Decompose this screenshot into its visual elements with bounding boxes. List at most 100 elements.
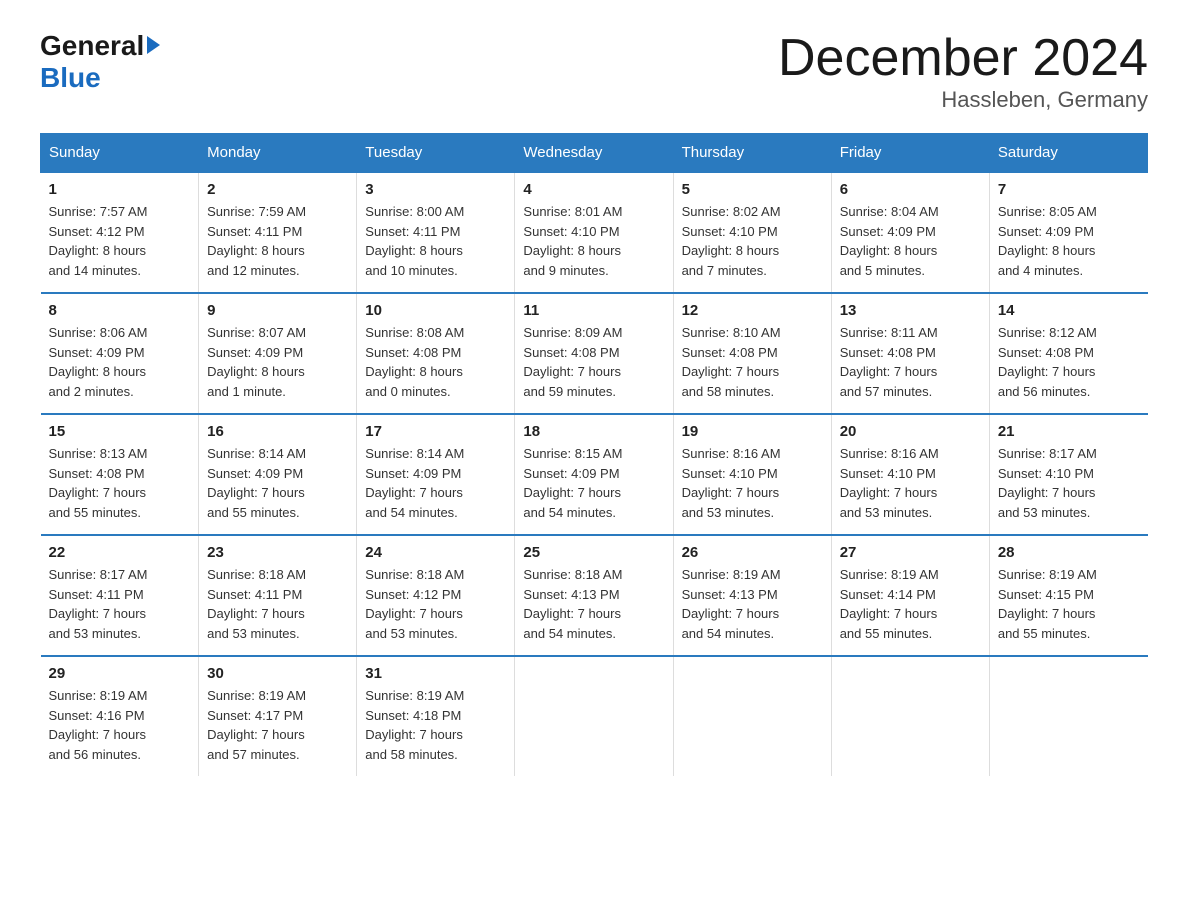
month-title: December 2024 bbox=[778, 30, 1148, 87]
header-thursday: Thursday bbox=[673, 134, 831, 173]
day-number: 23 bbox=[207, 544, 348, 561]
day-info: Sunrise: 8:02 AM Sunset: 4:10 PM Dayligh… bbox=[682, 202, 823, 280]
calendar-cell: 15 Sunrise: 8:13 AM Sunset: 4:08 PM Dayl… bbox=[41, 414, 199, 535]
calendar-cell: 3 Sunrise: 8:00 AM Sunset: 4:11 PM Dayli… bbox=[357, 172, 515, 293]
day-number: 8 bbox=[49, 302, 191, 319]
day-number: 28 bbox=[998, 544, 1140, 561]
day-info: Sunrise: 8:18 AM Sunset: 4:12 PM Dayligh… bbox=[365, 565, 506, 643]
day-info: Sunrise: 7:57 AM Sunset: 4:12 PM Dayligh… bbox=[49, 202, 191, 280]
day-number: 5 bbox=[682, 181, 823, 198]
day-number: 9 bbox=[207, 302, 348, 319]
day-info: Sunrise: 8:14 AM Sunset: 4:09 PM Dayligh… bbox=[207, 444, 348, 522]
day-info: Sunrise: 8:18 AM Sunset: 4:11 PM Dayligh… bbox=[207, 565, 348, 643]
day-info: Sunrise: 8:12 AM Sunset: 4:08 PM Dayligh… bbox=[998, 323, 1140, 401]
header-wednesday: Wednesday bbox=[515, 134, 673, 173]
logo-blue: Blue bbox=[40, 62, 101, 94]
calendar-cell: 18 Sunrise: 8:15 AM Sunset: 4:09 PM Dayl… bbox=[515, 414, 673, 535]
calendar-cell bbox=[989, 656, 1147, 776]
calendar-cell: 6 Sunrise: 8:04 AM Sunset: 4:09 PM Dayli… bbox=[831, 172, 989, 293]
calendar-cell bbox=[673, 656, 831, 776]
calendar-cell: 23 Sunrise: 8:18 AM Sunset: 4:11 PM Dayl… bbox=[199, 535, 357, 656]
calendar-cell: 12 Sunrise: 8:10 AM Sunset: 4:08 PM Dayl… bbox=[673, 293, 831, 414]
day-number: 13 bbox=[840, 302, 981, 319]
day-number: 26 bbox=[682, 544, 823, 561]
calendar-cell: 11 Sunrise: 8:09 AM Sunset: 4:08 PM Dayl… bbox=[515, 293, 673, 414]
calendar-cell: 27 Sunrise: 8:19 AM Sunset: 4:14 PM Dayl… bbox=[831, 535, 989, 656]
day-number: 1 bbox=[49, 181, 191, 198]
calendar-cell: 29 Sunrise: 8:19 AM Sunset: 4:16 PM Dayl… bbox=[41, 656, 199, 776]
calendar-cell: 5 Sunrise: 8:02 AM Sunset: 4:10 PM Dayli… bbox=[673, 172, 831, 293]
logo-general: General bbox=[40, 30, 144, 62]
day-info: Sunrise: 8:14 AM Sunset: 4:09 PM Dayligh… bbox=[365, 444, 506, 522]
day-number: 24 bbox=[365, 544, 506, 561]
day-info: Sunrise: 8:08 AM Sunset: 4:08 PM Dayligh… bbox=[365, 323, 506, 401]
day-info: Sunrise: 8:17 AM Sunset: 4:11 PM Dayligh… bbox=[49, 565, 191, 643]
day-info: Sunrise: 8:19 AM Sunset: 4:13 PM Dayligh… bbox=[682, 565, 823, 643]
calendar-cell: 14 Sunrise: 8:12 AM Sunset: 4:08 PM Dayl… bbox=[989, 293, 1147, 414]
calendar-cell: 26 Sunrise: 8:19 AM Sunset: 4:13 PM Dayl… bbox=[673, 535, 831, 656]
day-info: Sunrise: 8:00 AM Sunset: 4:11 PM Dayligh… bbox=[365, 202, 506, 280]
day-info: Sunrise: 8:19 AM Sunset: 4:18 PM Dayligh… bbox=[365, 686, 506, 764]
header-sunday: Sunday bbox=[41, 134, 199, 173]
location-title: Hassleben, Germany bbox=[778, 87, 1148, 113]
day-info: Sunrise: 8:19 AM Sunset: 4:17 PM Dayligh… bbox=[207, 686, 348, 764]
calendar-week-row: 22 Sunrise: 8:17 AM Sunset: 4:11 PM Dayl… bbox=[41, 535, 1148, 656]
day-info: Sunrise: 8:11 AM Sunset: 4:08 PM Dayligh… bbox=[840, 323, 981, 401]
day-number: 29 bbox=[49, 665, 191, 682]
day-info: Sunrise: 8:13 AM Sunset: 4:08 PM Dayligh… bbox=[49, 444, 191, 522]
day-number: 14 bbox=[998, 302, 1140, 319]
calendar-week-row: 15 Sunrise: 8:13 AM Sunset: 4:08 PM Dayl… bbox=[41, 414, 1148, 535]
calendar-cell: 13 Sunrise: 8:11 AM Sunset: 4:08 PM Dayl… bbox=[831, 293, 989, 414]
day-number: 12 bbox=[682, 302, 823, 319]
day-number: 18 bbox=[523, 423, 664, 440]
calendar-week-row: 1 Sunrise: 7:57 AM Sunset: 4:12 PM Dayli… bbox=[41, 172, 1148, 293]
calendar-cell: 17 Sunrise: 8:14 AM Sunset: 4:09 PM Dayl… bbox=[357, 414, 515, 535]
day-info: Sunrise: 8:19 AM Sunset: 4:14 PM Dayligh… bbox=[840, 565, 981, 643]
day-number: 25 bbox=[523, 544, 664, 561]
day-info: Sunrise: 8:10 AM Sunset: 4:08 PM Dayligh… bbox=[682, 323, 823, 401]
day-info: Sunrise: 8:07 AM Sunset: 4:09 PM Dayligh… bbox=[207, 323, 348, 401]
day-info: Sunrise: 8:19 AM Sunset: 4:16 PM Dayligh… bbox=[49, 686, 191, 764]
day-number: 22 bbox=[49, 544, 191, 561]
day-info: Sunrise: 7:59 AM Sunset: 4:11 PM Dayligh… bbox=[207, 202, 348, 280]
calendar-cell: 31 Sunrise: 8:19 AM Sunset: 4:18 PM Dayl… bbox=[357, 656, 515, 776]
header-saturday: Saturday bbox=[989, 134, 1147, 173]
day-info: Sunrise: 8:15 AM Sunset: 4:09 PM Dayligh… bbox=[523, 444, 664, 522]
day-info: Sunrise: 8:18 AM Sunset: 4:13 PM Dayligh… bbox=[523, 565, 664, 643]
calendar-cell: 22 Sunrise: 8:17 AM Sunset: 4:11 PM Dayl… bbox=[41, 535, 199, 656]
calendar-cell: 25 Sunrise: 8:18 AM Sunset: 4:13 PM Dayl… bbox=[515, 535, 673, 656]
calendar-cell: 2 Sunrise: 7:59 AM Sunset: 4:11 PM Dayli… bbox=[199, 172, 357, 293]
calendar-week-row: 29 Sunrise: 8:19 AM Sunset: 4:16 PM Dayl… bbox=[41, 656, 1148, 776]
logo-arrow-icon bbox=[147, 36, 160, 54]
calendar-cell: 16 Sunrise: 8:14 AM Sunset: 4:09 PM Dayl… bbox=[199, 414, 357, 535]
calendar-cell: 28 Sunrise: 8:19 AM Sunset: 4:15 PM Dayl… bbox=[989, 535, 1147, 656]
header-tuesday: Tuesday bbox=[357, 134, 515, 173]
day-info: Sunrise: 8:09 AM Sunset: 4:08 PM Dayligh… bbox=[523, 323, 664, 401]
calendar-cell: 19 Sunrise: 8:16 AM Sunset: 4:10 PM Dayl… bbox=[673, 414, 831, 535]
calendar-cell: 21 Sunrise: 8:17 AM Sunset: 4:10 PM Dayl… bbox=[989, 414, 1147, 535]
calendar-table: SundayMondayTuesdayWednesdayThursdayFrid… bbox=[40, 133, 1148, 776]
calendar-week-row: 8 Sunrise: 8:06 AM Sunset: 4:09 PM Dayli… bbox=[41, 293, 1148, 414]
day-info: Sunrise: 8:05 AM Sunset: 4:09 PM Dayligh… bbox=[998, 202, 1140, 280]
day-number: 20 bbox=[840, 423, 981, 440]
calendar-cell: 10 Sunrise: 8:08 AM Sunset: 4:08 PM Dayl… bbox=[357, 293, 515, 414]
calendar-cell: 1 Sunrise: 7:57 AM Sunset: 4:12 PM Dayli… bbox=[41, 172, 199, 293]
day-number: 17 bbox=[365, 423, 506, 440]
day-number: 2 bbox=[207, 181, 348, 198]
day-number: 27 bbox=[840, 544, 981, 561]
day-number: 21 bbox=[998, 423, 1140, 440]
day-info: Sunrise: 8:17 AM Sunset: 4:10 PM Dayligh… bbox=[998, 444, 1140, 522]
day-number: 3 bbox=[365, 181, 506, 198]
day-number: 4 bbox=[523, 181, 664, 198]
day-number: 7 bbox=[998, 181, 1140, 198]
calendar-cell: 8 Sunrise: 8:06 AM Sunset: 4:09 PM Dayli… bbox=[41, 293, 199, 414]
day-info: Sunrise: 8:06 AM Sunset: 4:09 PM Dayligh… bbox=[49, 323, 191, 401]
day-info: Sunrise: 8:16 AM Sunset: 4:10 PM Dayligh… bbox=[840, 444, 981, 522]
day-number: 19 bbox=[682, 423, 823, 440]
day-number: 31 bbox=[365, 665, 506, 682]
calendar-cell: 30 Sunrise: 8:19 AM Sunset: 4:17 PM Dayl… bbox=[199, 656, 357, 776]
day-number: 15 bbox=[49, 423, 191, 440]
header-friday: Friday bbox=[831, 134, 989, 173]
calendar-cell: 24 Sunrise: 8:18 AM Sunset: 4:12 PM Dayl… bbox=[357, 535, 515, 656]
calendar-cell: 7 Sunrise: 8:05 AM Sunset: 4:09 PM Dayli… bbox=[989, 172, 1147, 293]
